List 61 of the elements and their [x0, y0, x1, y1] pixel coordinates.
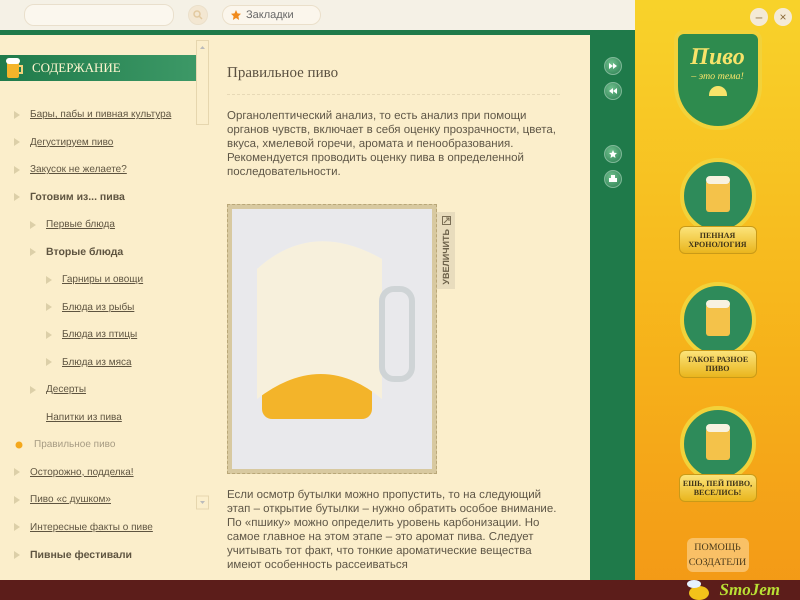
section-button[interactable]: ЕШЬ, ПЕЙ ПИВО, ВЕСЕЛИСЬ! [678, 474, 756, 502]
contents-link[interactable]: Дегустируем пиво [0, 128, 215, 156]
arrow-icon [46, 303, 52, 312]
sun-icon [14, 440, 24, 450]
contents-link[interactable]: Бары, пабы и пивная культура [0, 101, 215, 128]
arrow-icon [14, 138, 20, 146]
enlarge-button[interactable]: УВЕЛИЧИТЬ [437, 212, 455, 289]
arrow-icon [46, 358, 52, 366]
contents-link[interactable]: Первые блюда [0, 211, 215, 238]
contents-link[interactable]: Готовим из... пива [0, 184, 215, 211]
printer-icon [608, 175, 616, 183]
forward-button[interactable] [604, 57, 622, 75]
star-icon [231, 10, 241, 20]
expand-icon [442, 216, 450, 225]
arrow-icon [30, 386, 36, 394]
contents-link[interactable]: Блюда из птицы [0, 321, 215, 348]
contents-link[interactable]: Закусок не желаете? [0, 156, 215, 184]
contents-link[interactable]: Осторожно, подделка! [0, 458, 215, 486]
contents-link[interactable]: Десерты [0, 376, 215, 404]
article-paragraph: Органолептический анализ, то есть анализ при помощи органов чувств, включает в себя оценку прозрачности, цвета, вкуса, хмелевой горечи, аромата и пенообразования. Рекомендуется проводить оценку пива в определенной последовательности. [227, 109, 557, 179]
logo-subtitle: – это тема! [691, 71, 744, 82]
arrow-icon [14, 193, 20, 202]
article-title: Правильное пиво [227, 65, 560, 95]
arrow-icon [14, 110, 20, 119]
help-link[interactable]: СОЗДАТЕЛИ [688, 557, 746, 568]
star-icon [608, 150, 616, 158]
logo-title: Пиво [690, 44, 745, 71]
article-paragraph: Если осмотр бутылки можно пропустить, то на следующий этап – открытие бутылки – нужно обратить особое внимание. По «пшику» можно определить уровень карбонизации. Но самое главное на этом этапе – это аромат пива. Следует учитывать тот факт, что тонкие ароматические вещества имеют особенность рассеиваться [227, 488, 558, 572]
window-button[interactable]: × [774, 8, 792, 26]
arrow-icon [14, 550, 20, 559]
beer-mug-icon [6, 57, 24, 79]
back-button[interactable] [604, 82, 622, 100]
arrow-icon [46, 276, 52, 284]
contents-link[interactable]: Блюда из мяса [0, 348, 215, 376]
rewind-icon [608, 88, 616, 94]
contents-link[interactable]: Вторые блюда [0, 238, 215, 266]
contents-link[interactable]: Напитки из пива [0, 404, 215, 431]
bookmarks-button[interactable]: Закладки [222, 5, 321, 25]
print-button[interactable] [604, 170, 622, 188]
arrow-icon [30, 248, 36, 256]
search-field[interactable] [24, 4, 174, 26]
brand-logo: SmoJem [720, 581, 780, 599]
section-button[interactable]: ТАКОЕ РАЗНОЕ ПИВО [678, 350, 756, 378]
contents-title: СОДЕРЖАНИЕ [32, 60, 121, 76]
fast-forward-icon [608, 63, 616, 69]
contents-link[interactable]: Гарниры и овощи [0, 266, 215, 294]
arrow-icon [30, 220, 36, 229]
contents-link[interactable]: Блюда из рыбы [0, 294, 215, 321]
contents-link[interactable]: Интересные факты о пиве [0, 514, 215, 541]
contents-link[interactable]: Пивные фестивали [0, 541, 215, 568]
arrow-icon [14, 523, 20, 532]
arrow-icon [46, 330, 52, 339]
arrow-icon [14, 166, 20, 174]
search-icon [193, 10, 203, 20]
window-button[interactable]: – [750, 8, 768, 26]
arrow-icon [14, 496, 20, 504]
section-button[interactable]: ПЕННАЯ ХРОНОЛОГИЯ [678, 226, 756, 254]
contents-link[interactable]: Пиво «с душком» [0, 486, 215, 514]
add-bookmark-button[interactable] [604, 145, 622, 163]
help-link[interactable]: ПОМОЩЬ [694, 542, 741, 553]
arrow-icon [14, 468, 20, 476]
